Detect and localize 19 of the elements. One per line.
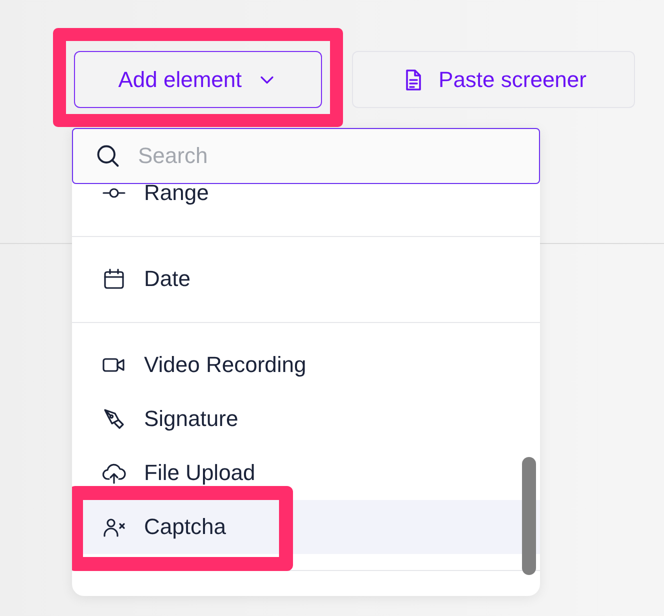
menu-item[interactable]: Video Recording xyxy=(72,338,540,392)
search-field[interactable]: Search xyxy=(72,128,540,184)
search-icon xyxy=(95,143,121,169)
menu-item[interactable]: Signature xyxy=(72,392,540,446)
menu-item-label: Video Recording xyxy=(144,352,306,378)
menu-item-label: Date xyxy=(144,266,190,292)
menu-item-label: Signature xyxy=(144,406,238,432)
pen-nib-icon xyxy=(102,407,126,431)
menu-item[interactable]: Date xyxy=(72,252,540,306)
paste-button[interactable]: Paste screener xyxy=(352,51,635,108)
add-element-button[interactable]: Add element xyxy=(74,51,322,108)
menu-item-label: File Upload xyxy=(144,460,256,486)
menu-item-label: Range xyxy=(144,184,209,206)
menu-item[interactable]: Range xyxy=(72,184,540,220)
cloud-upload-icon xyxy=(102,461,126,485)
scrollbar-thumb[interactable] xyxy=(522,457,536,575)
menu-item-label: Captcha xyxy=(144,514,226,540)
calendar-icon xyxy=(102,267,126,291)
menu-item[interactable]: File Upload xyxy=(72,446,540,500)
